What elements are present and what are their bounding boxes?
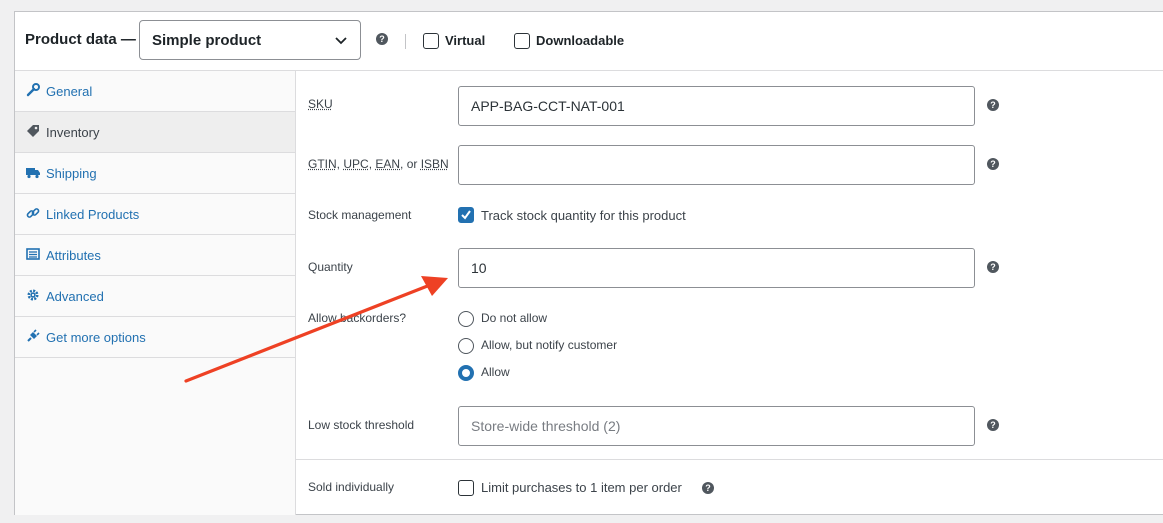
quantity-value: 10 xyxy=(471,260,487,276)
gear-icon xyxy=(26,288,40,302)
tab-attributes-label: Attributes xyxy=(46,248,101,263)
tab-inventory-label: Inventory xyxy=(46,125,99,140)
downloadable-label: Downloadable xyxy=(536,33,624,48)
tag-icon xyxy=(26,124,40,138)
truck-icon xyxy=(26,165,40,179)
radio-allow-label: Allow xyxy=(481,365,510,379)
list-icon xyxy=(26,247,40,261)
tab-inventory[interactable]: Inventory xyxy=(15,112,295,153)
low-stock-label: Low stock threshold xyxy=(308,418,414,432)
tab-shipping[interactable]: Shipping xyxy=(15,153,295,194)
product-data-tabs: General Inventory Shipping Linked Produc… xyxy=(15,71,296,515)
tab-linked-products[interactable]: Linked Products xyxy=(15,194,295,235)
tab-get-more-options-label: Get more options xyxy=(46,330,146,345)
product-type-select[interactable]: Simple product xyxy=(139,20,361,60)
tab-get-more-options[interactable]: Get more options xyxy=(15,317,295,358)
radio-allow[interactable] xyxy=(458,365,474,381)
gtin-input[interactable] xyxy=(458,145,975,185)
sold-individually-text: Limit purchases to 1 item per order xyxy=(481,480,682,495)
virtual-checkbox[interactable] xyxy=(423,33,439,49)
product-data-panel: Product data — Simple product ? Virtual … xyxy=(14,11,1163,515)
downloadable-checkbox[interactable] xyxy=(514,33,530,49)
inventory-panel: SKU APP-BAG-CCT-NAT-001 ? GTIN, UPC, EAN… xyxy=(296,71,1163,515)
tab-general-label: General xyxy=(46,84,92,99)
radio-do-not-allow[interactable] xyxy=(458,311,474,327)
product-data-header: Product data — Simple product ? Virtual … xyxy=(15,12,1163,71)
product-data-title: Product data — xyxy=(25,31,136,48)
sold-individually-label: Sold individually xyxy=(308,480,394,494)
quantity-help-icon[interactable]: ? xyxy=(987,261,999,273)
sku-input[interactable]: APP-BAG-CCT-NAT-001 xyxy=(458,86,975,126)
backorders-label: Allow backorders? xyxy=(308,311,406,325)
tab-shipping-label: Shipping xyxy=(46,166,97,181)
sold-individually-help-icon[interactable]: ? xyxy=(702,482,714,494)
sku-value: APP-BAG-CCT-NAT-001 xyxy=(471,98,625,114)
tab-advanced[interactable]: Advanced xyxy=(15,276,295,317)
header-divider xyxy=(405,34,406,49)
stock-management-label: Stock management xyxy=(308,208,411,222)
quantity-label: Quantity xyxy=(308,260,353,274)
tab-linked-products-label: Linked Products xyxy=(46,207,139,222)
low-stock-input[interactable]: Store-wide threshold (2) xyxy=(458,406,975,446)
chevron-down-icon xyxy=(334,33,348,47)
virtual-label: Virtual xyxy=(445,33,485,48)
product-type-help-icon[interactable]: ? xyxy=(376,33,388,45)
gtin-label: GTIN, UPC, EAN, or ISBN xyxy=(308,157,449,171)
plugin-icon xyxy=(26,329,40,343)
sold-individually-checkbox[interactable] xyxy=(458,480,474,496)
radio-allow-notify[interactable] xyxy=(458,338,474,354)
low-stock-help-icon[interactable]: ? xyxy=(987,419,999,431)
sku-help-icon[interactable]: ? xyxy=(987,99,999,111)
section-divider xyxy=(296,459,1163,460)
tab-attributes[interactable]: Attributes xyxy=(15,235,295,276)
quantity-input[interactable]: 10 xyxy=(458,248,975,288)
tab-advanced-label: Advanced xyxy=(46,289,104,304)
low-stock-placeholder: Store-wide threshold (2) xyxy=(471,418,620,434)
link-icon xyxy=(26,206,40,220)
gtin-help-icon[interactable]: ? xyxy=(987,158,999,170)
product-type-value: Simple product xyxy=(152,32,261,49)
radio-do-not-allow-label: Do not allow xyxy=(481,311,547,325)
wrench-icon xyxy=(26,83,40,97)
checkmark-icon xyxy=(460,209,472,221)
track-stock-checkbox[interactable] xyxy=(458,207,474,223)
tab-general[interactable]: General xyxy=(15,71,295,112)
sku-label: SKU xyxy=(308,97,333,111)
radio-allow-notify-label: Allow, but notify customer xyxy=(481,338,617,352)
track-stock-label: Track stock quantity for this product xyxy=(481,208,686,223)
